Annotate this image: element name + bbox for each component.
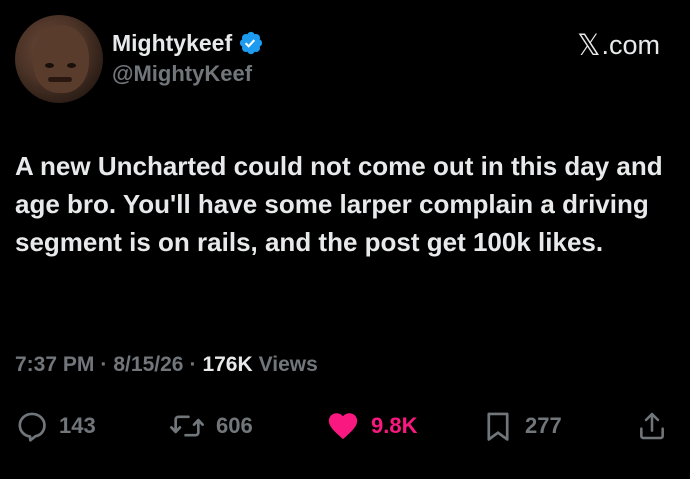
views-label: Views	[258, 353, 318, 376]
share-button[interactable]	[636, 404, 668, 448]
repost-button[interactable]: 606	[168, 404, 253, 448]
author-name-row: Mightykeef	[112, 28, 264, 58]
source-label: 𝕏 .com	[577, 28, 660, 63]
author-handle[interactable]: @MightyKeef	[112, 61, 264, 87]
meta-separator: ·	[100, 353, 108, 376]
bookmark-count: 277	[525, 413, 562, 438]
avatar-eye-right	[67, 63, 76, 68]
reply-count: 143	[59, 413, 96, 438]
share-icon	[636, 409, 668, 443]
author-display-name[interactable]: Mightykeef	[112, 30, 232, 57]
author-block: Mightykeef @MightyKeef	[112, 28, 264, 87]
bookmark-button[interactable]: 277	[481, 404, 562, 448]
reply-icon	[15, 409, 49, 443]
verified-badge-icon	[238, 30, 264, 56]
action-bar: 143 606 9.8K 277	[0, 404, 690, 448]
repost-count: 606	[216, 413, 253, 438]
tweet-text: A new Uncharted could not come out in th…	[15, 151, 663, 257]
tweet-date[interactable]: 8/15/26	[113, 353, 183, 377]
tweet-meta: 7:37 PM · 8/15/26 · 176K Views	[15, 353, 318, 377]
reply-button[interactable]: 143	[15, 404, 96, 448]
avatar-mouth	[48, 77, 72, 82]
source-domain: .com	[601, 30, 660, 60]
views-count: 176K	[202, 353, 253, 376]
avatar[interactable]	[15, 15, 103, 103]
tweet-time[interactable]: 7:37 PM	[15, 353, 94, 377]
bookmark-icon	[481, 409, 515, 443]
meta-separator: ·	[189, 353, 197, 376]
avatar-eye-left	[45, 63, 54, 68]
like-count: 9.8K	[371, 413, 418, 438]
repost-icon	[168, 409, 206, 443]
avatar-face	[33, 25, 89, 93]
like-button[interactable]: 9.8K	[325, 404, 417, 448]
x-logo-icon: 𝕏	[577, 30, 601, 62]
heart-icon	[325, 409, 361, 443]
